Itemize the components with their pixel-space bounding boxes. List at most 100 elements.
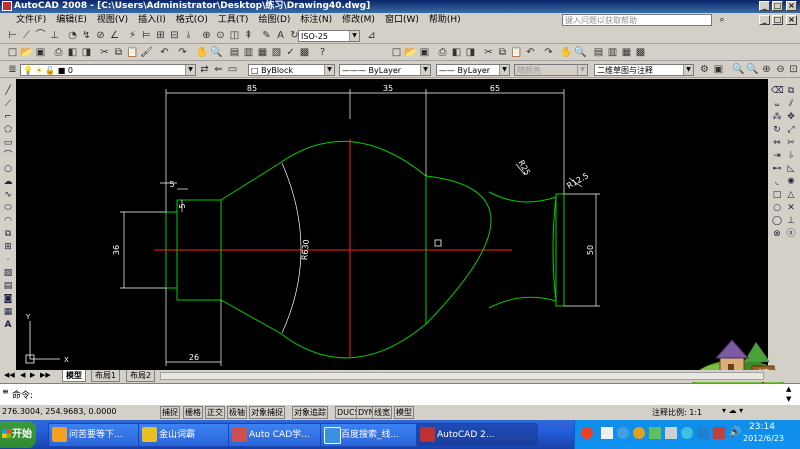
dim-space-icon[interactable]: ⊟ <box>168 29 181 42</box>
osnap-intersection-icon[interactable]: ✕ <box>785 202 797 214</box>
designcenter-icon[interactable]: ▥ <box>242 46 255 59</box>
dim-arclength-icon[interactable]: ⌒ <box>34 29 47 42</box>
make-block-icon[interactable]: ⊞ <box>2 241 14 253</box>
rectangle-icon[interactable]: ▭ <box>2 137 14 149</box>
dim-radius-icon[interactable]: ◔ <box>66 29 79 42</box>
circle-icon[interactable]: ○ <box>2 163 14 175</box>
chamfer-icon[interactable]: ◺ <box>785 163 797 175</box>
linetype-select[interactable]: ——— ByLayer ▼ <box>339 64 431 76</box>
menu-window[interactable]: 窗口(W) <box>380 13 424 27</box>
toggle-polar[interactable]: 极轴 <box>227 406 247 419</box>
task-item-3[interactable]: 百度搜索_线... <box>320 423 430 447</box>
mtext-icon[interactable]: A <box>2 319 14 331</box>
maximize-button[interactable]: □ <box>772 1 783 11</box>
tab-layout1[interactable]: 布局1 <box>91 370 121 382</box>
dim-continue-icon[interactable]: ⊞ <box>154 29 167 42</box>
revcloud-icon[interactable]: ☁ <box>2 176 14 188</box>
ime-tray-icon[interactable] <box>601 427 613 439</box>
open-icon-2[interactable]: 📂 <box>404 46 417 59</box>
toggle-model[interactable]: 模型 <box>394 406 414 419</box>
gradient-icon[interactable]: ▤ <box>2 280 14 292</box>
clock-date[interactable]: 2012/6/23 <box>743 434 784 443</box>
menu-view[interactable]: 视图(V) <box>92 13 133 27</box>
tab-model[interactable]: 模型 <box>62 370 86 382</box>
zoom-realtime-icon[interactable]: 🔍 <box>210 46 223 59</box>
join-icon[interactable]: ⊷ <box>771 163 783 175</box>
zoom-window-icon[interactable]: 🔍 <box>732 63 745 76</box>
osnap-node-icon[interactable]: ⊗ <box>771 228 783 240</box>
task-item-4[interactable]: AutoCAD 2... <box>416 423 538 447</box>
preview-icon[interactable]: ◧ <box>66 46 79 59</box>
center-mark-icon[interactable]: ⊙ <box>214 29 227 42</box>
dim-baseline-icon[interactable]: ⊨ <box>140 29 153 42</box>
dim-ordinate-icon[interactable]: ⊥ <box>48 29 61 42</box>
publish-icon[interactable]: ◨ <box>80 46 93 59</box>
doc-close-button[interactable]: × <box>786 15 797 25</box>
qq-tray-icon[interactable] <box>617 427 629 439</box>
menu-edit[interactable]: 编辑(E) <box>51 13 92 27</box>
pan-icon-2[interactable]: ✋ <box>560 46 573 59</box>
dim-aligned-icon[interactable]: ⟋ <box>20 29 33 42</box>
array-icon[interactable]: ⁂ <box>771 111 783 123</box>
redo-icon-2[interactable]: ↷ <box>542 46 555 59</box>
table-icon[interactable]: ▦ <box>2 306 14 318</box>
toolpalettes-icon-2[interactable]: ▦ <box>620 46 633 59</box>
menu-dimension[interactable]: 标注(N) <box>295 13 337 27</box>
cloud-tray-icon[interactable] <box>633 427 645 439</box>
plot-icon[interactable]: ⎙ <box>52 46 65 59</box>
dim-quick-icon[interactable]: ⚡ <box>126 29 139 42</box>
help-search-input[interactable]: 键入问题以获取帮助 <box>562 14 712 26</box>
make-layer-current-icon[interactable]: ⇄ <box>198 63 211 76</box>
osnap-tangent-icon[interactable]: ◯ <box>771 215 783 227</box>
cut-icon-2[interactable]: ✂ <box>482 46 495 59</box>
save-icon-2[interactable]: ▣ <box>418 46 431 59</box>
stretch-icon[interactable]: ⇔ <box>771 137 783 149</box>
toggle-otrack[interactable]: 对象追踪 <box>292 406 328 419</box>
markup-icon[interactable]: ✓ <box>284 46 297 59</box>
calc-icon-2[interactable]: ▩ <box>634 46 647 59</box>
layer-manager-icon[interactable]: ≣ <box>6 63 19 76</box>
close-button[interactable]: × <box>786 1 797 11</box>
flag-tray-icon[interactable] <box>713 427 725 439</box>
osnap-center-icon[interactable]: ○ <box>771 202 783 214</box>
tab-prev-arrow-icon[interactable]: ◀ <box>20 371 25 379</box>
tolerance-icon[interactable]: ⊕ <box>200 29 213 42</box>
drawing-canvas[interactable]: 85 35 65 5 5 36 26 R630 R25 R12.5 50 Y X <box>16 79 768 370</box>
tab-next-arrow-icon[interactable]: ▶ <box>30 371 35 379</box>
annotation-scale[interactable]: 注释比例: 1:1 <box>652 407 702 418</box>
fillet-icon[interactable]: ◟ <box>771 176 783 188</box>
horizontal-scrollbar[interactable] <box>160 372 764 380</box>
pan-icon[interactable]: ✋ <box>196 46 209 59</box>
matchprop-icon[interactable]: 🖌 <box>140 46 153 59</box>
dim-diameter-icon[interactable]: ⊘ <box>94 29 107 42</box>
toggle-osnap[interactable]: 对象捕捉 <box>249 406 285 419</box>
osnap-midpoint-icon[interactable]: △ <box>785 189 797 201</box>
ellipse-icon[interactable]: ⬭ <box>2 202 14 214</box>
copy-object-icon[interactable]: ⧉ <box>785 85 797 97</box>
move-icon[interactable]: ✥ <box>785 111 797 123</box>
dim-angular-icon[interactable]: ∠ <box>108 29 121 42</box>
dim-jogged-icon[interactable]: ↯ <box>80 29 93 42</box>
spline-icon[interactable]: ∿ <box>2 189 14 201</box>
doc-minimize-button[interactable]: _ <box>759 15 770 25</box>
paste-icon-2[interactable]: 📋 <box>510 46 523 59</box>
osnap-none-icon[interactable]: ⓧ <box>785 228 797 240</box>
printer-tray-icon[interactable] <box>665 427 677 439</box>
menu-help[interactable]: 帮助(H) <box>424 13 466 27</box>
undo-icon[interactable]: ↶ <box>158 46 171 59</box>
autocad-app-icon[interactable] <box>2 1 12 11</box>
command-scroll-up-icon[interactable]: ▲ <box>786 385 791 393</box>
minimize-button[interactable]: _ <box>759 1 770 11</box>
bluetooth-tray-icon[interactable] <box>697 427 709 439</box>
menu-insert[interactable]: 插入(I) <box>133 13 171 27</box>
ellipse-arc-icon[interactable]: ◠ <box>2 215 14 227</box>
point-icon[interactable]: · <box>2 254 14 266</box>
dim-text-edit-icon[interactable]: A <box>274 29 287 42</box>
tab-layout2[interactable]: 布局2 <box>126 370 156 382</box>
construction-line-icon[interactable]: ⟋ <box>2 98 14 110</box>
zoom-in-icon[interactable]: ⊕ <box>760 63 773 76</box>
layer-select[interactable]: 💡 ☀ 🔓 ■ 0 ▼ <box>20 64 196 76</box>
line-icon[interactable]: ╱ <box>2 85 14 97</box>
copy-icon-2[interactable]: ⧉ <box>496 46 509 59</box>
help-search-icon[interactable]: ⌕ <box>716 14 728 26</box>
